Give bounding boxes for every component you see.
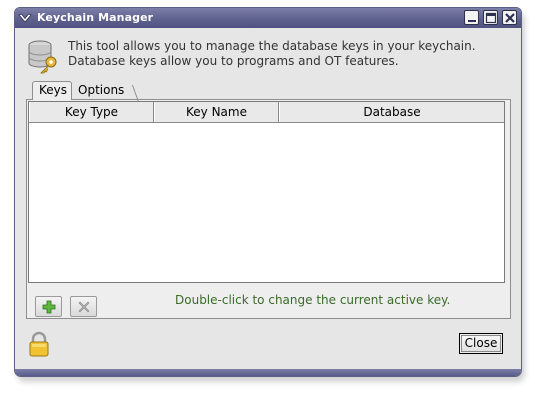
keys-table[interactable]: Key Type Key Name Database — [28, 101, 505, 283]
remove-icon — [78, 301, 90, 313]
database-key-icon — [27, 38, 61, 74]
window-menu-icon[interactable] — [17, 10, 33, 26]
tab-options[interactable]: Options — [73, 83, 133, 102]
padlock-icon — [28, 331, 50, 357]
column-header-database[interactable]: Database — [279, 102, 504, 122]
close-icon — [505, 13, 515, 23]
column-header-key-type[interactable]: Key Type — [29, 102, 154, 122]
hint-text: Double-click to change the current activ… — [175, 293, 451, 307]
maximize-icon — [485, 12, 497, 24]
title-bar[interactable]: Keychain Manager — [15, 8, 521, 28]
add-key-button[interactable] — [35, 296, 62, 317]
info-line-1: This tool allows you to manage the datab… — [68, 39, 476, 53]
remove-key-button[interactable] — [70, 296, 97, 317]
close-button[interactable]: Close — [459, 333, 503, 354]
add-icon — [42, 300, 56, 314]
window-bottom-border[interactable] — [15, 369, 521, 376]
table-header: Key Type Key Name Database — [29, 102, 504, 123]
tab-keys[interactable]: Keys — [32, 81, 72, 100]
keychain-manager-window: Keychain Manager This tool allows you to… — [14, 7, 522, 377]
maximize-button[interactable] — [483, 10, 498, 25]
info-text: This tool allows you to manage the datab… — [68, 39, 476, 69]
close-window-button[interactable] — [502, 10, 517, 25]
window-title: Keychain Manager — [37, 11, 154, 24]
close-button-label: Close — [461, 335, 501, 352]
info-line-2: Database keys allow you to programs and … — [68, 54, 399, 68]
minimize-button[interactable] — [464, 10, 479, 25]
column-header-key-name[interactable]: Key Name — [154, 102, 279, 122]
minimize-icon — [468, 20, 476, 22]
